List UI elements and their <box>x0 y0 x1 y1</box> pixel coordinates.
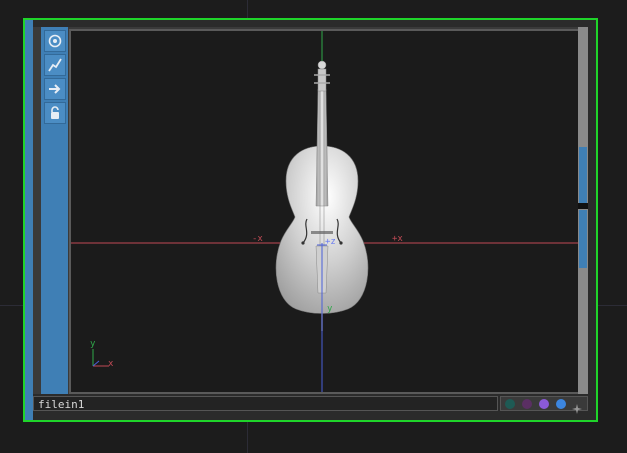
pos-z-axis-label: +z <box>325 237 336 247</box>
y-axis-label: y <box>327 304 333 314</box>
node-footer: filein1 <box>33 396 588 414</box>
target-tool-button[interactable] <box>44 30 66 52</box>
axis-gizmo <box>92 349 109 367</box>
arrow-tool-button[interactable] <box>44 78 66 100</box>
cello-scroll <box>317 60 327 70</box>
gizmo-y-label: y <box>90 339 96 349</box>
arrow-right-icon <box>49 84 61 94</box>
lock-flag[interactable] <box>522 399 532 409</box>
gizmo-x-label: x <box>108 359 114 369</box>
pin-flag[interactable] <box>572 399 582 414</box>
cello-pegbox <box>317 68 327 92</box>
viewer-scrollbar[interactable] <box>578 27 588 394</box>
viewport-scene <box>71 31 581 392</box>
node-viewer-panel: -x +x +z y y x <box>33 27 588 394</box>
lock-icon <box>51 106 59 119</box>
cello-bridge <box>311 231 333 234</box>
neg-x-axis-label: -x <box>252 234 263 244</box>
star-icon <box>572 404 582 414</box>
bypass-flag[interactable] <box>505 399 515 409</box>
pen-icon <box>48 58 62 72</box>
node-frame[interactable]: -x +x +z y y x filein1 <box>23 18 598 422</box>
target-icon <box>48 34 62 48</box>
pos-x-axis-label: +x <box>392 234 403 244</box>
render-flag[interactable] <box>556 399 566 409</box>
node-flags <box>500 396 588 414</box>
viewer-toolbar <box>41 27 68 394</box>
3d-viewport[interactable]: -x +x +z y y x <box>69 29 583 394</box>
node-name-field[interactable]: filein1 <box>33 396 498 411</box>
lock-tool-button[interactable] <box>44 102 66 124</box>
pen-tool-button[interactable] <box>44 54 66 76</box>
cello-neck <box>315 88 329 207</box>
display-flag[interactable] <box>539 399 549 409</box>
node-left-bar <box>25 20 33 420</box>
